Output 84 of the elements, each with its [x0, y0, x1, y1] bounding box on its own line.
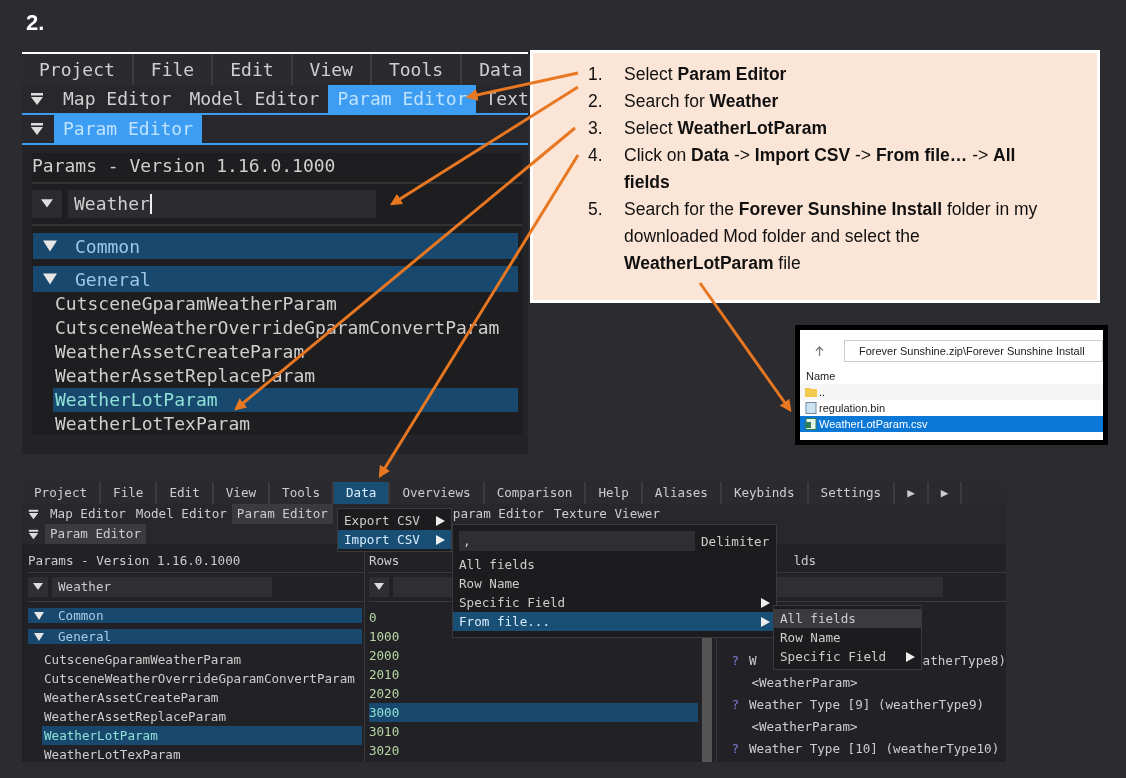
window-menu-icon[interactable] [28, 528, 39, 540]
row-id[interactable]: 3000 [368, 703, 699, 722]
editor-tab[interactable]: Map Editor [54, 85, 181, 113]
step-text: Select WeatherLotParam [624, 117, 828, 140]
editor-tab[interactable]: param Editor [452, 504, 549, 524]
step-number: 3. [587, 117, 604, 140]
row-id[interactable]: 3010 [368, 722, 699, 741]
menu-item[interactable]: Data [334, 482, 391, 504]
param-list-item[interactable]: WeatherLotParam [53, 388, 518, 412]
tree-group-header[interactable]: General [33, 266, 518, 292]
menu-item[interactable]: From file... [453, 612, 776, 631]
step-number: 5. [587, 198, 604, 221]
tree-group-header[interactable]: General [28, 629, 362, 644]
help-icon[interactable]: ? [731, 694, 739, 716]
up-arrow-icon[interactable] [815, 345, 824, 357]
tree-group-header[interactable]: Common [33, 233, 518, 259]
param-list-item[interactable]: WeatherAssetReplaceParam [28, 707, 364, 726]
param-list-item[interactable]: WeatherLotTexParam [28, 745, 364, 762]
tree-group-header[interactable]: Common [28, 608, 362, 623]
row-id[interactable]: 2020 [368, 684, 699, 703]
column-header[interactable]: Name [800, 368, 1103, 384]
editor-tab[interactable]: Model Editor [130, 504, 232, 524]
field-type: <WeatherParam> [750, 718, 858, 736]
window-menu-icon[interactable] [28, 508, 39, 520]
window-menu-icon[interactable] [30, 92, 44, 106]
step-number: 2. [587, 90, 604, 113]
menu-item[interactable]: All fields [774, 609, 921, 628]
help-icon[interactable]: ? [731, 650, 739, 672]
collapse-arrow-icon [43, 239, 57, 253]
param-list-item[interactable]: CutsceneGparamWeatherParam [28, 650, 364, 669]
dropdown-button[interactable] [28, 577, 48, 597]
file-row[interactable]: regulation.bin [800, 400, 1103, 416]
editor-tab[interactable]: Model Editor [180, 85, 329, 113]
caret-icon [33, 583, 43, 591]
collapse-arrow-icon [34, 631, 44, 642]
param-list-item[interactable]: WeatherLotTexParam [32, 412, 518, 436]
field-name: W [749, 652, 757, 670]
menu-item[interactable]: Export CSV [338, 511, 451, 530]
editor-tab[interactable]: Param Editor [231, 504, 333, 524]
field-label: Delimiter [701, 533, 770, 549]
step-heading: 2. [26, 10, 45, 36]
search-field[interactable]: Weather [52, 577, 272, 597]
step-number: 1. [587, 63, 604, 86]
step-text: Search for the Forever Sunshine Install folder in my downloaded Mod folder and select the WeatherLotParam file [624, 198, 1039, 275]
editor-tab[interactable]: Texture Viewer [548, 504, 665, 524]
caret-icon [41, 199, 53, 209]
field-name: atherType8) [922, 652, 1006, 670]
help-icon[interactable]: ? [731, 738, 739, 760]
param-list-item[interactable]: WeatherLotParam [42, 726, 362, 745]
caret-icon [373, 583, 384, 591]
menu-item[interactable]: Specific Field [453, 593, 776, 612]
menu-item[interactable]: Specific Field [774, 647, 921, 666]
collapse-arrow-icon [43, 272, 57, 286]
menu-item[interactable]: Row Name [453, 574, 776, 593]
search-field[interactable]: Weather [68, 190, 376, 218]
address-bar[interactable]: Forever Sunshine.zip\Forever Sunshine Install [844, 340, 1103, 362]
dropdown-button[interactable] [368, 577, 389, 597]
field-name: Weather Type [9] (weatherType9) [749, 696, 985, 714]
step-text: Search for Weather [624, 90, 780, 113]
dropdown-button[interactable] [32, 190, 62, 218]
file-row[interactable]: WeatherLotParam.csv [800, 416, 1103, 432]
panel-tab[interactable]: Param Editor [45, 524, 146, 544]
field-name: Weather Type [10] (weatherType10) [749, 740, 1000, 758]
param-list-item[interactable]: WeatherAssetCreateParam [32, 340, 518, 364]
row-id[interactable]: 3020 [368, 741, 699, 760]
menu-item[interactable]: Row Name [774, 628, 921, 647]
field-type: <WeatherParam> [750, 674, 858, 692]
file-row[interactable]: .. [800, 384, 1103, 400]
folder-icon [805, 386, 817, 398]
delimiter-field[interactable]: , [459, 531, 695, 551]
step-text: Select Param Editor [624, 63, 788, 86]
step-number: 4. [587, 144, 604, 167]
menu-item[interactable]: Import CSV [338, 530, 451, 549]
spreadsheet-icon [805, 418, 817, 430]
param-list-item[interactable]: CutsceneGparamWeatherParam [32, 292, 518, 316]
panel-title: Params - Version 1.16.0.1000 [32, 155, 522, 184]
file-icon [805, 402, 817, 414]
collapse-arrow-icon [34, 610, 44, 621]
param-list-item[interactable]: WeatherAssetCreateParam [28, 688, 364, 707]
row-id[interactable]: 2000 [368, 646, 699, 665]
editor-tab[interactable]: Map Editor [45, 504, 131, 524]
param-list-item[interactable]: CutsceneWeatherOverrideGparamConvertParam [28, 669, 364, 688]
row-id[interactable]: 2010 [368, 665, 699, 684]
window-menu-icon[interactable] [30, 122, 44, 136]
